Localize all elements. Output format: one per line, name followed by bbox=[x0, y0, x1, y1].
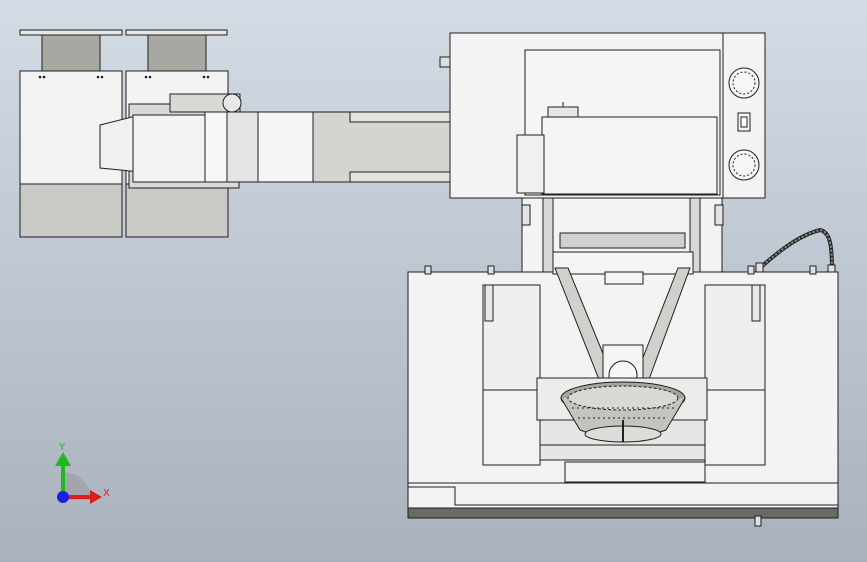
x-axis-label: X bbox=[103, 488, 110, 499]
cable-conduit bbox=[755, 227, 836, 276]
control-housing bbox=[439, 32, 766, 199]
machine-assembly-drawing bbox=[19, 29, 839, 527]
cabinet-left-top-mount bbox=[19, 29, 228, 72]
y-axis-arrowhead bbox=[55, 452, 71, 466]
coordinate-triad bbox=[55, 452, 102, 504]
cad-viewport[interactable]: Y X bbox=[0, 0, 867, 562]
x-axis-arrowhead bbox=[90, 490, 102, 504]
z-axis-origin bbox=[57, 491, 69, 503]
y-axis-label: Y bbox=[59, 442, 66, 453]
